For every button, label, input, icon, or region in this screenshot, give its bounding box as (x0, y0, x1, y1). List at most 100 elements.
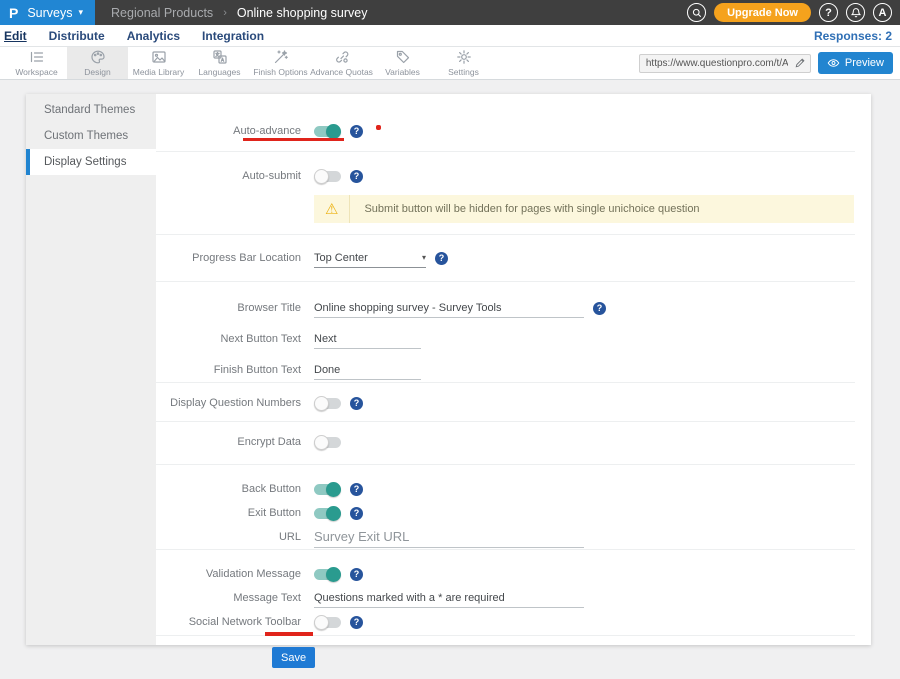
breadcrumb-parent[interactable]: Regional Products (111, 6, 213, 20)
design-icon (90, 49, 106, 65)
nav-tab-analytics[interactable]: Analytics (127, 29, 180, 43)
toolbar-item-finish-options[interactable]: Finish Options (250, 47, 311, 79)
responses-count[interactable]: Responses: 2 (814, 29, 892, 43)
section-validation: Validation Message ? Message Text Social… (156, 550, 855, 635)
brand-section: P Surveys ▾ (0, 0, 95, 25)
preview-button-label: Preview (845, 57, 884, 69)
social-network-toolbar-toggle[interactable] (314, 617, 341, 628)
sidebar-item-standard-themes[interactable]: Standard Themes (26, 97, 156, 123)
survey-url-field-wrap (639, 54, 811, 73)
warning-triangle-icon: ⚠ (314, 202, 349, 217)
setting-row-display-question-numbers: Display Question Numbers ? (156, 391, 855, 415)
browser-title-input[interactable] (314, 298, 584, 318)
toolbar-right: Preview (639, 47, 900, 79)
survey-url-input[interactable] (639, 54, 811, 73)
topbar: P Surveys ▾ Regional Products › Online s… (0, 0, 900, 25)
setting-row-progress-bar-location: Progress Bar Location Top Center ▾ ? (156, 246, 855, 270)
breadcrumb: Regional Products › Online shopping surv… (111, 6, 367, 20)
settings-gear-icon (456, 49, 472, 65)
nav-tab-edit[interactable]: Edit (4, 29, 27, 43)
toolbar-item-design[interactable]: Design (67, 47, 128, 79)
nav-tab-integration[interactable]: Integration (202, 29, 264, 43)
annotation-underline-save (265, 632, 313, 636)
toolbar-item-label: Media Library (133, 67, 185, 77)
help-icon[interactable]: ? (435, 252, 448, 265)
toolbar-item-label: Variables (385, 67, 420, 77)
avatar[interactable]: A (873, 3, 892, 22)
toolbar-item-media-library[interactable]: Media Library (128, 47, 189, 79)
surveys-dropdown[interactable]: Surveys ▾ (27, 6, 83, 20)
sidebar-item-display-settings[interactable]: Display Settings (26, 149, 156, 175)
section-navigation-buttons: Back Button ? Exit Button ? URL (156, 465, 855, 549)
help-icon[interactable]: ? (350, 125, 363, 138)
display-question-numbers-toggle[interactable] (314, 398, 341, 409)
help-icon[interactable]: ? (593, 302, 606, 315)
back-button-label: Back Button (156, 483, 301, 495)
help-icon[interactable]: ? (350, 568, 363, 581)
toolbar-item-workspace[interactable]: Workspace (6, 47, 67, 79)
preview-button[interactable]: Preview (818, 52, 893, 74)
sidebar-item-custom-themes[interactable]: Custom Themes (26, 123, 156, 149)
questionpro-logo[interactable]: P (9, 6, 18, 20)
section-question-numbers: Display Question Numbers ? (156, 383, 855, 421)
help-icon[interactable]: ? (350, 170, 363, 183)
media-library-icon (151, 49, 167, 65)
edit-pencil-icon[interactable] (794, 57, 806, 69)
social-network-toolbar-label: Social Network Toolbar (156, 616, 301, 628)
encrypt-data-toggle[interactable] (314, 437, 341, 448)
toolbar-item-label: Languages (198, 67, 240, 77)
notifications-button[interactable] (846, 3, 865, 22)
help-button[interactable]: ? (819, 3, 838, 22)
section-auto-advance: Auto-advance ? (156, 94, 855, 151)
next-button-text-input[interactable] (314, 329, 421, 349)
setting-row-next-button-text: Next Button Text (156, 327, 855, 351)
setting-row-exit-url: URL (156, 525, 855, 549)
exit-button-toggle[interactable] (314, 508, 341, 519)
display-question-numbers-label: Display Question Numbers (156, 397, 301, 409)
toolbar-item-settings[interactable]: Settings (433, 47, 494, 79)
surveys-dropdown-label: Surveys (27, 6, 72, 20)
search-button[interactable] (687, 3, 706, 22)
setting-row-exit-button: Exit Button ? (156, 501, 855, 525)
section-auto-submit: Auto-submit ? ⚠ Submit button will be hi… (156, 152, 855, 234)
back-button-toggle[interactable] (314, 484, 341, 495)
progress-bar-location-label: Progress Bar Location (156, 252, 301, 264)
toggle-knob (326, 124, 341, 139)
breadcrumb-separator-icon: › (223, 7, 227, 19)
finish-options-icon (273, 49, 289, 65)
toolbar-item-variables[interactable]: Variables (372, 47, 433, 79)
annotation-red-dot (376, 125, 381, 130)
save-button[interactable]: Save (272, 647, 315, 668)
toolbar-item-label: Design (84, 67, 110, 77)
validation-message-toggle[interactable] (314, 569, 341, 580)
upgrade-now-button[interactable]: Upgrade Now (714, 3, 811, 22)
finish-button-text-input[interactable] (314, 360, 421, 380)
setting-row-message-text: Message Text (156, 586, 855, 610)
select-value: Top Center (314, 252, 368, 264)
message-text-label: Message Text (156, 592, 301, 604)
nav-tab-distribute[interactable]: Distribute (49, 29, 105, 43)
help-icon[interactable]: ? (350, 507, 363, 520)
toolbar-item-advance-quotas[interactable]: Advance Quotas (311, 47, 372, 79)
toolbar-item-languages[interactable]: Languages (189, 47, 250, 79)
section-save: Save (156, 636, 855, 679)
topbar-actions: Upgrade Now ? A (687, 3, 900, 22)
search-icon (691, 7, 703, 19)
auto-advance-toggle[interactable] (314, 126, 341, 137)
auto-submit-toggle[interactable] (314, 171, 341, 182)
help-icon[interactable]: ? (350, 397, 363, 410)
content-area: Standard Themes Custom Themes Display Se… (0, 80, 900, 653)
eye-icon (827, 58, 840, 68)
setting-row-finish-button-text: Finish Button Text (156, 358, 855, 382)
setting-row-social-network-toolbar: Social Network Toolbar ? (156, 610, 855, 634)
toolbar-item-label: Finish Options (253, 67, 307, 77)
exit-button-label: Exit Button (156, 507, 301, 519)
help-icon[interactable]: ? (350, 483, 363, 496)
toolbar-item-label: Advance Quotas (310, 67, 373, 77)
help-icon[interactable]: ? (350, 616, 363, 629)
warning-text: Submit button will be hidden for pages w… (350, 203, 699, 215)
setting-row-browser-title: Browser Title ? (156, 296, 855, 320)
progress-bar-location-select[interactable]: Top Center ▾ (314, 248, 426, 268)
exit-url-input[interactable] (314, 526, 584, 548)
message-text-input[interactable] (314, 588, 584, 608)
